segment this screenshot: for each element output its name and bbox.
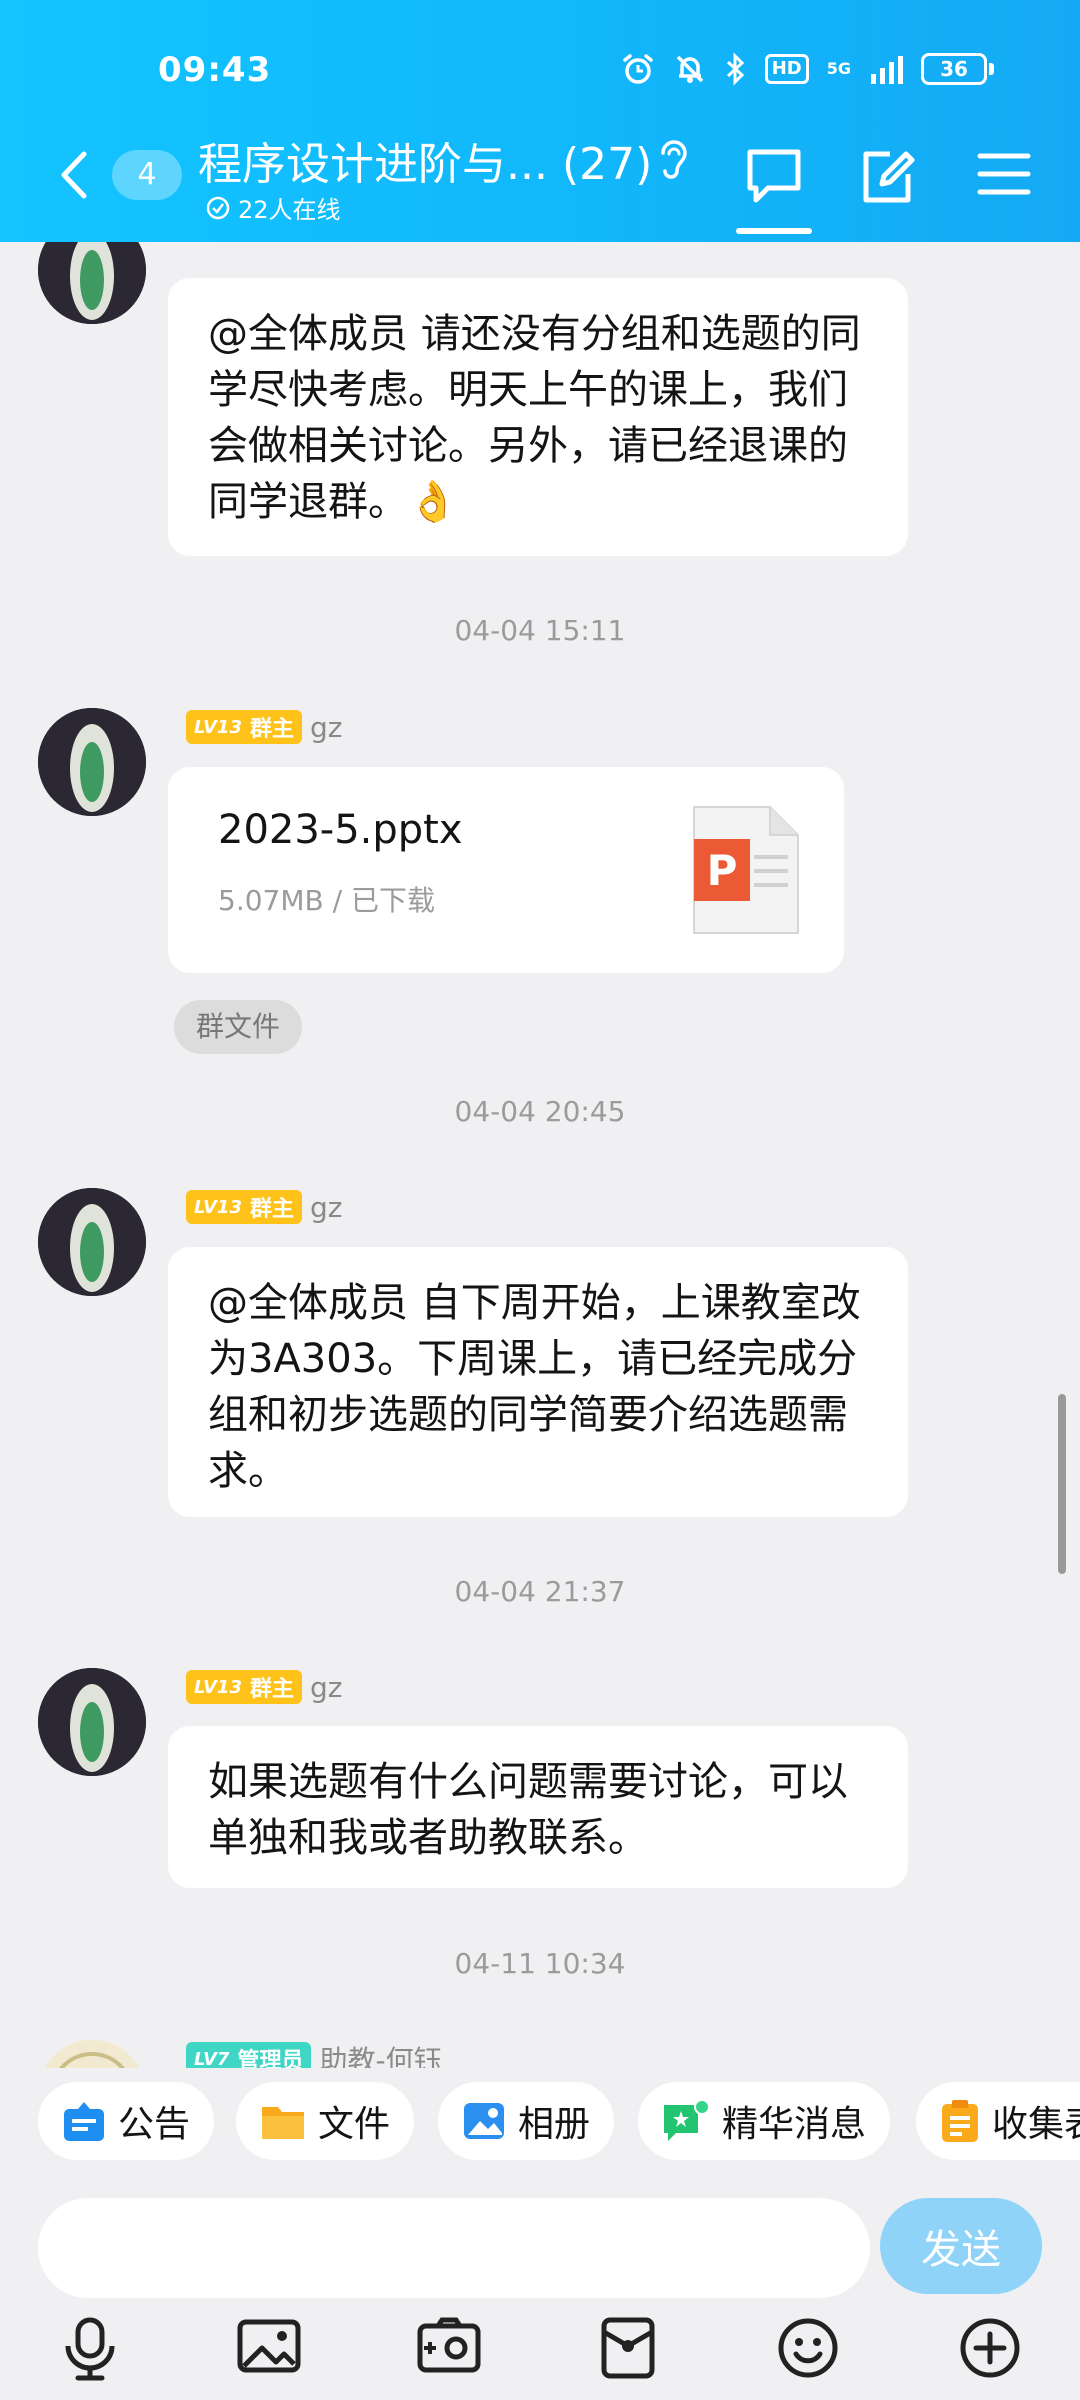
- timestamp: 04-04 15:11: [454, 614, 626, 647]
- file-name: 2023-5.pptx: [218, 807, 463, 853]
- battery-level: 36: [921, 53, 987, 85]
- avatar[interactable]: [38, 708, 146, 816]
- sender-row: LV13 群主 gz: [186, 1670, 342, 1704]
- album-chip[interactable]: 相册: [438, 2082, 615, 2160]
- camera-icon[interactable]: [416, 2316, 482, 2376]
- message-input[interactable]: [38, 2198, 870, 2298]
- folder-icon: [262, 2107, 304, 2139]
- chip-label: 收集表: [992, 2104, 1080, 2145]
- signal-icon: [871, 56, 903, 84]
- chip-label: 文件: [318, 2104, 391, 2145]
- battery-indicator: 36: [921, 53, 994, 85]
- message-text: @全体成员 请还没有分组和选题的同学尽快考虑。明天上午的课上，我们会做相关讨论。…: [208, 311, 861, 525]
- alarm-icon: [622, 54, 653, 84]
- chip-label: 公告: [118, 2104, 191, 2145]
- file-card[interactable]: 2023-5.pptx 5.07MB / 已下载 P: [168, 767, 844, 973]
- sender-row: LV13 群主 gz: [186, 710, 342, 744]
- form-chip[interactable]: 收集表: [916, 2082, 1080, 2160]
- essence-chip[interactable]: 精华消息: [638, 2082, 891, 2160]
- essence-icon: [664, 2099, 710, 2141]
- edit-icon[interactable]: [860, 146, 916, 206]
- album-icon: [464, 2103, 504, 2139]
- unread-badge[interactable]: 4: [112, 150, 182, 200]
- scrollbar[interactable]: [1058, 1394, 1066, 1574]
- message-text: @全体成员 自下周开始，上课教室改为3A303。下周课上，请已经完成分组和初步选…: [208, 1280, 861, 1494]
- microphone-icon[interactable]: [60, 2316, 120, 2382]
- sender-row: LV13 群主 gz: [186, 1190, 342, 1224]
- online-check-icon: [206, 196, 230, 219]
- message-bubble[interactable]: @全体成员 请还没有分组和选题的同学尽快考虑。明天上午的课上，我们会做相关讨论。…: [168, 278, 908, 556]
- send-button[interactable]: 发送: [880, 2198, 1042, 2294]
- level-badge: LV13 群主: [186, 1670, 302, 1704]
- plus-icon[interactable]: [958, 2316, 1022, 2380]
- chip-label: 相册: [518, 2104, 591, 2145]
- menu-icon[interactable]: [976, 146, 1032, 202]
- image-icon[interactable]: [236, 2316, 302, 2376]
- files-chip[interactable]: 文件: [236, 2082, 415, 2160]
- level-badge: LV13 群主: [186, 1190, 302, 1224]
- chip-label: 精华消息: [722, 2104, 867, 2145]
- tab-underline: [736, 228, 812, 234]
- online-count: 22人在线: [238, 196, 341, 224]
- timestamp: 04-04 21:37: [454, 1575, 626, 1608]
- message-bubble[interactable]: 如果选题有什么问题需要讨论，可以单独和我或者助教联系。: [168, 1726, 908, 1888]
- file-meta: 5.07MB / 已下载: [218, 884, 435, 917]
- sender-name[interactable]: gz: [310, 1191, 342, 1224]
- ok-hand-emoji: 👌: [408, 479, 458, 525]
- sender-name[interactable]: gz: [310, 1671, 342, 1704]
- status-time: 09:43: [158, 50, 272, 90]
- chat-bubble-icon[interactable]: [744, 146, 804, 206]
- quick-action-bar: 公告 文件 相册 精华消息 收集表: [0, 2068, 1080, 2180]
- group-title[interactable]: 程序设计进阶与... (27): [198, 128, 652, 192]
- online-status: 22人在线: [206, 190, 341, 225]
- chat-header: 09:43 HD 5G 36 4 程序设计进阶与... (27) 22人在线: [0, 0, 1080, 242]
- mute-bell-icon: [676, 55, 703, 83]
- network-label: 5G: [826, 59, 851, 78]
- group-file-tag[interactable]: 群文件: [174, 1000, 303, 1054]
- status-icons: HD 5G 36: [621, 52, 994, 86]
- sender-name[interactable]: gz: [310, 711, 342, 744]
- pptx-file-icon: P: [693, 806, 799, 934]
- bluetooth-icon: [726, 52, 744, 86]
- announcement-chip[interactable]: 公告: [38, 2082, 215, 2160]
- level-badge: LV13 群主: [186, 710, 302, 744]
- message-text: 如果选题有什么问题需要讨论，可以单独和我或者助教联系。: [208, 1759, 848, 1861]
- timestamp: 04-11 10:34: [454, 1947, 626, 1980]
- composer: 发送: [0, 2180, 1080, 2400]
- hd-badge: HD: [764, 54, 809, 84]
- form-icon: [942, 2100, 978, 2142]
- battery-tip: [989, 63, 994, 75]
- timestamp: 04-04 20:45: [454, 1095, 626, 1128]
- svg-text:P: P: [707, 846, 738, 895]
- ear-icon[interactable]: [656, 136, 692, 182]
- emoji-icon[interactable]: [776, 2316, 840, 2380]
- red-packet-icon[interactable]: [598, 2316, 658, 2380]
- avatar[interactable]: [38, 1188, 146, 1296]
- avatar[interactable]: [38, 1668, 146, 1776]
- announcement-icon: [64, 2102, 104, 2141]
- message-bubble[interactable]: @全体成员 自下周开始，上课教室改为3A303。下周课上，请已经完成分组和初步选…: [168, 1247, 908, 1517]
- back-icon[interactable]: [54, 150, 94, 200]
